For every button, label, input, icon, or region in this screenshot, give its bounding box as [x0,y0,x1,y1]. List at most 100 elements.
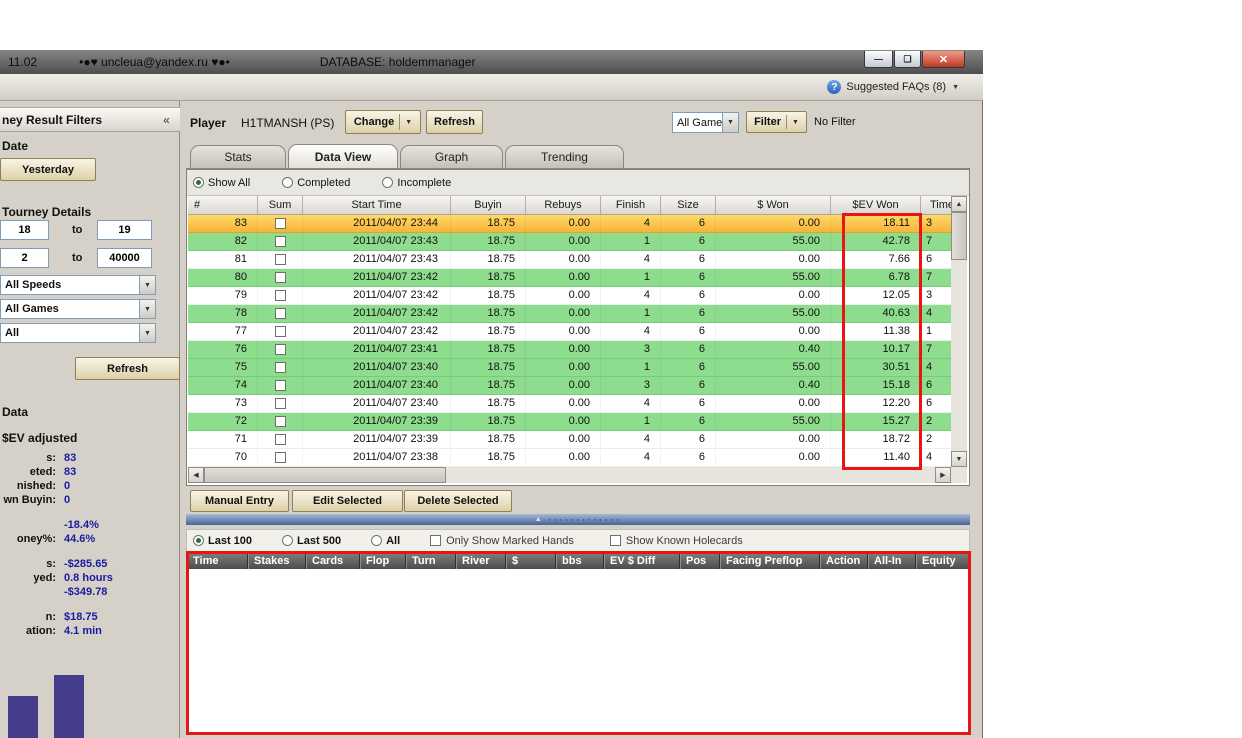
hands-column-bbs[interactable]: bbs [556,553,604,569]
results-column-start-time[interactable]: Start Time [303,196,451,215]
results-column--ev-won[interactable]: $EV Won [831,196,921,215]
result-row-70[interactable]: 702011/04/07 23:3818.750.00460.0011.404 [188,449,951,467]
hands-column-facing-preflop[interactable]: Facing Preflop [720,553,820,569]
row-sum-checkbox[interactable] [275,326,286,337]
checkbox-icon[interactable] [430,535,441,546]
radio-icon[interactable] [382,177,393,188]
manual-entry-button[interactable]: Manual Entry [190,490,289,512]
result-row-76[interactable]: 762011/04/07 23:4118.750.00360.4010.177 [188,341,951,359]
tab-trending[interactable]: Trending [505,145,624,168]
known-holecards-label[interactable]: Show Known Holecards [626,535,743,547]
row-sum-checkbox[interactable] [275,254,286,265]
result-row-77[interactable]: 772011/04/07 23:4218.750.00460.0011.381 [188,323,951,341]
scroll-up-button[interactable]: ▲ [951,196,967,212]
edit-selected-button[interactable]: Edit Selected [292,490,403,512]
result-row-73[interactable]: 732011/04/07 23:4018.750.00460.0012.206 [188,395,951,413]
hands-column-turn[interactable]: Turn [406,553,456,569]
row-sum-checkbox[interactable] [275,452,286,463]
row-sum-checkbox[interactable] [275,434,286,445]
results-column--won[interactable]: $ Won [716,196,831,215]
refresh-button[interactable]: Refresh [426,110,483,134]
results-column-finish[interactable]: Finish [601,196,661,215]
row-sum-checkbox[interactable] [275,290,286,301]
row-sum-checkbox[interactable] [275,308,286,319]
results-column-rebuys[interactable]: Rebuys [526,196,601,215]
show-all-label[interactable]: Show All [208,177,250,189]
change-player-button[interactable]: Change▼ [345,110,421,134]
hands-column-ev-diff[interactable]: EV $ Diff [604,553,680,569]
result-row-71[interactable]: 712011/04/07 23:3918.750.00460.0018.722 [188,431,951,449]
hands-column--[interactable]: $ [506,553,556,569]
result-row-82[interactable]: 822011/04/07 23:4318.750.001655.0042.787 [188,233,951,251]
checkbox-icon[interactable] [610,535,621,546]
speed-select[interactable]: All Speeds ▼ [0,275,156,295]
last-100-option[interactable]: Last 100 [193,535,276,547]
tab-data-view[interactable]: Data View [288,144,398,168]
completed-label[interactable]: Completed [297,177,350,189]
yesterday-button[interactable]: Yesterday [0,158,96,181]
marked-hands-label[interactable]: Only Show Marked Hands [446,535,574,547]
games-select[interactable]: All Games ▼ [0,299,156,319]
delete-selected-button[interactable]: Delete Selected [404,490,512,512]
hands-column-flop[interactable]: Flop [360,553,406,569]
results-column--[interactable]: # [188,196,258,215]
horizontal-scroll-thumb[interactable] [204,467,446,483]
row-sum-checkbox[interactable] [275,398,286,409]
scroll-down-button[interactable]: ▼ [951,451,967,467]
range1-from-input[interactable] [0,220,49,240]
result-row-79[interactable]: 792011/04/07 23:4218.750.00460.0012.053 [188,287,951,305]
sidebar-refresh-button[interactable]: Refresh [75,357,180,380]
all-hands-label[interactable]: All [386,535,400,547]
radio-icon[interactable] [193,535,204,546]
hands-column-stakes[interactable]: Stakes [248,553,306,569]
row-sum-checkbox[interactable] [275,236,286,247]
tab-graph[interactable]: Graph [400,145,503,168]
row-sum-checkbox[interactable] [275,362,286,373]
maximize-button[interactable]: ❏ [894,51,921,68]
tab-stats[interactable]: Stats [190,145,286,168]
all-hands-option[interactable]: All [371,535,424,547]
incomplete-option[interactable]: Incomplete [382,177,477,189]
last-500-option[interactable]: Last 500 [282,535,365,547]
result-row-78[interactable]: 782011/04/07 23:4218.750.001655.0040.634 [188,305,951,323]
incomplete-label[interactable]: Incomplete [397,177,451,189]
result-row-83[interactable]: 832011/04/07 23:4418.750.00460.0018.113 [188,215,951,233]
range1-to-input[interactable] [97,220,152,240]
vertical-scrollbar[interactable]: ▲ ▼ [951,196,967,467]
panel-splitter[interactable]: ▲ ············· [186,514,970,525]
last-500-label[interactable]: Last 500 [297,535,341,547]
result-row-74[interactable]: 742011/04/07 23:4018.750.00360.4015.186 [188,377,951,395]
result-row-75[interactable]: 752011/04/07 23:4018.750.001655.0030.514 [188,359,951,377]
hands-column-all-in[interactable]: All-In [868,553,916,569]
scroll-left-button[interactable]: ◀ [188,467,204,483]
radio-icon[interactable] [371,535,382,546]
row-sum-checkbox[interactable] [275,380,286,391]
results-column-sum[interactable]: Sum [258,196,303,215]
results-column-size[interactable]: Size [661,196,716,215]
hands-column-pos[interactable]: Pos [680,553,720,569]
radio-icon[interactable] [282,535,293,546]
collapse-sidebar-button[interactable]: « [158,111,175,128]
type-select[interactable]: All ▼ [0,323,156,343]
range2-to-input[interactable] [97,248,152,268]
results-column-time[interactable]: Time [921,196,951,215]
horizontal-scrollbar[interactable]: ◀ ▶ [188,467,951,483]
row-sum-checkbox[interactable] [275,218,286,229]
known-holecards-option[interactable]: Show Known Holecards [610,535,773,547]
result-row-81[interactable]: 812011/04/07 23:4318.750.00460.007.666 [188,251,951,269]
hands-column-river[interactable]: River [456,553,506,569]
all-games-select[interactable]: All Games ▼ [672,112,739,133]
result-row-72[interactable]: 722011/04/07 23:3918.750.001655.0015.272 [188,413,951,431]
row-sum-checkbox[interactable] [275,272,286,283]
hands-column-action[interactable]: Action [820,553,868,569]
last-100-label[interactable]: Last 100 [208,535,252,547]
range2-from-input[interactable] [0,248,49,268]
row-sum-checkbox[interactable] [275,344,286,355]
radio-icon[interactable] [193,177,204,188]
minimize-button[interactable]: — [864,51,893,68]
radio-icon[interactable] [282,177,293,188]
close-button[interactable]: ✕ [922,51,965,68]
results-column-buyin[interactable]: Buyin [451,196,526,215]
result-row-80[interactable]: 802011/04/07 23:4218.750.001655.006.787 [188,269,951,287]
row-sum-checkbox[interactable] [275,416,286,427]
